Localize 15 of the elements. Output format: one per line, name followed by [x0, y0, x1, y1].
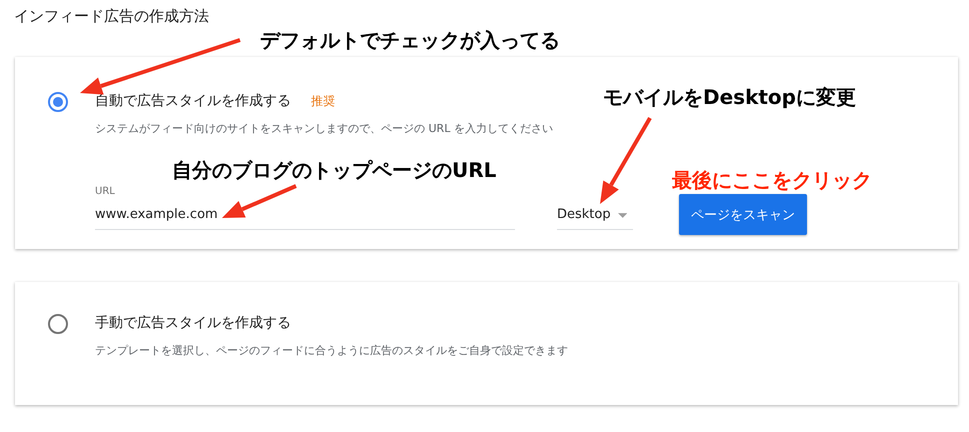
annotation-text: モバイルをDesktopに変更	[603, 84, 856, 110]
option-label: 手動で広告スタイルを作成する	[95, 314, 291, 333]
recommended-label: 推奨	[311, 92, 335, 110]
option-description: システムがフィード向けのサイトをスキャンしますので、ページの URL を入力してください	[95, 121, 554, 137]
option-label: 自動で広告スタイルを作成する	[95, 92, 291, 111]
radio-button[interactable]	[48, 92, 68, 112]
option-description: テンプレートを選択し、ページのフィードに合うように広告のスタイルをご自身で設定できます	[95, 343, 568, 359]
scan-page-button[interactable]: ページをスキャン	[679, 194, 807, 235]
radio-button[interactable]	[48, 314, 68, 334]
annotation-text: デフォルトでチェックが入ってる	[260, 27, 560, 53]
annotation-text: 自分のブログのトップページのURL	[172, 157, 496, 183]
caret-icon	[618, 212, 627, 218]
page-title: インフィード広告の作成方法	[14, 6, 209, 26]
device-dropdown[interactable]: Desktop	[557, 205, 633, 230]
annotation-text: 最後にここをクリック	[672, 167, 872, 193]
